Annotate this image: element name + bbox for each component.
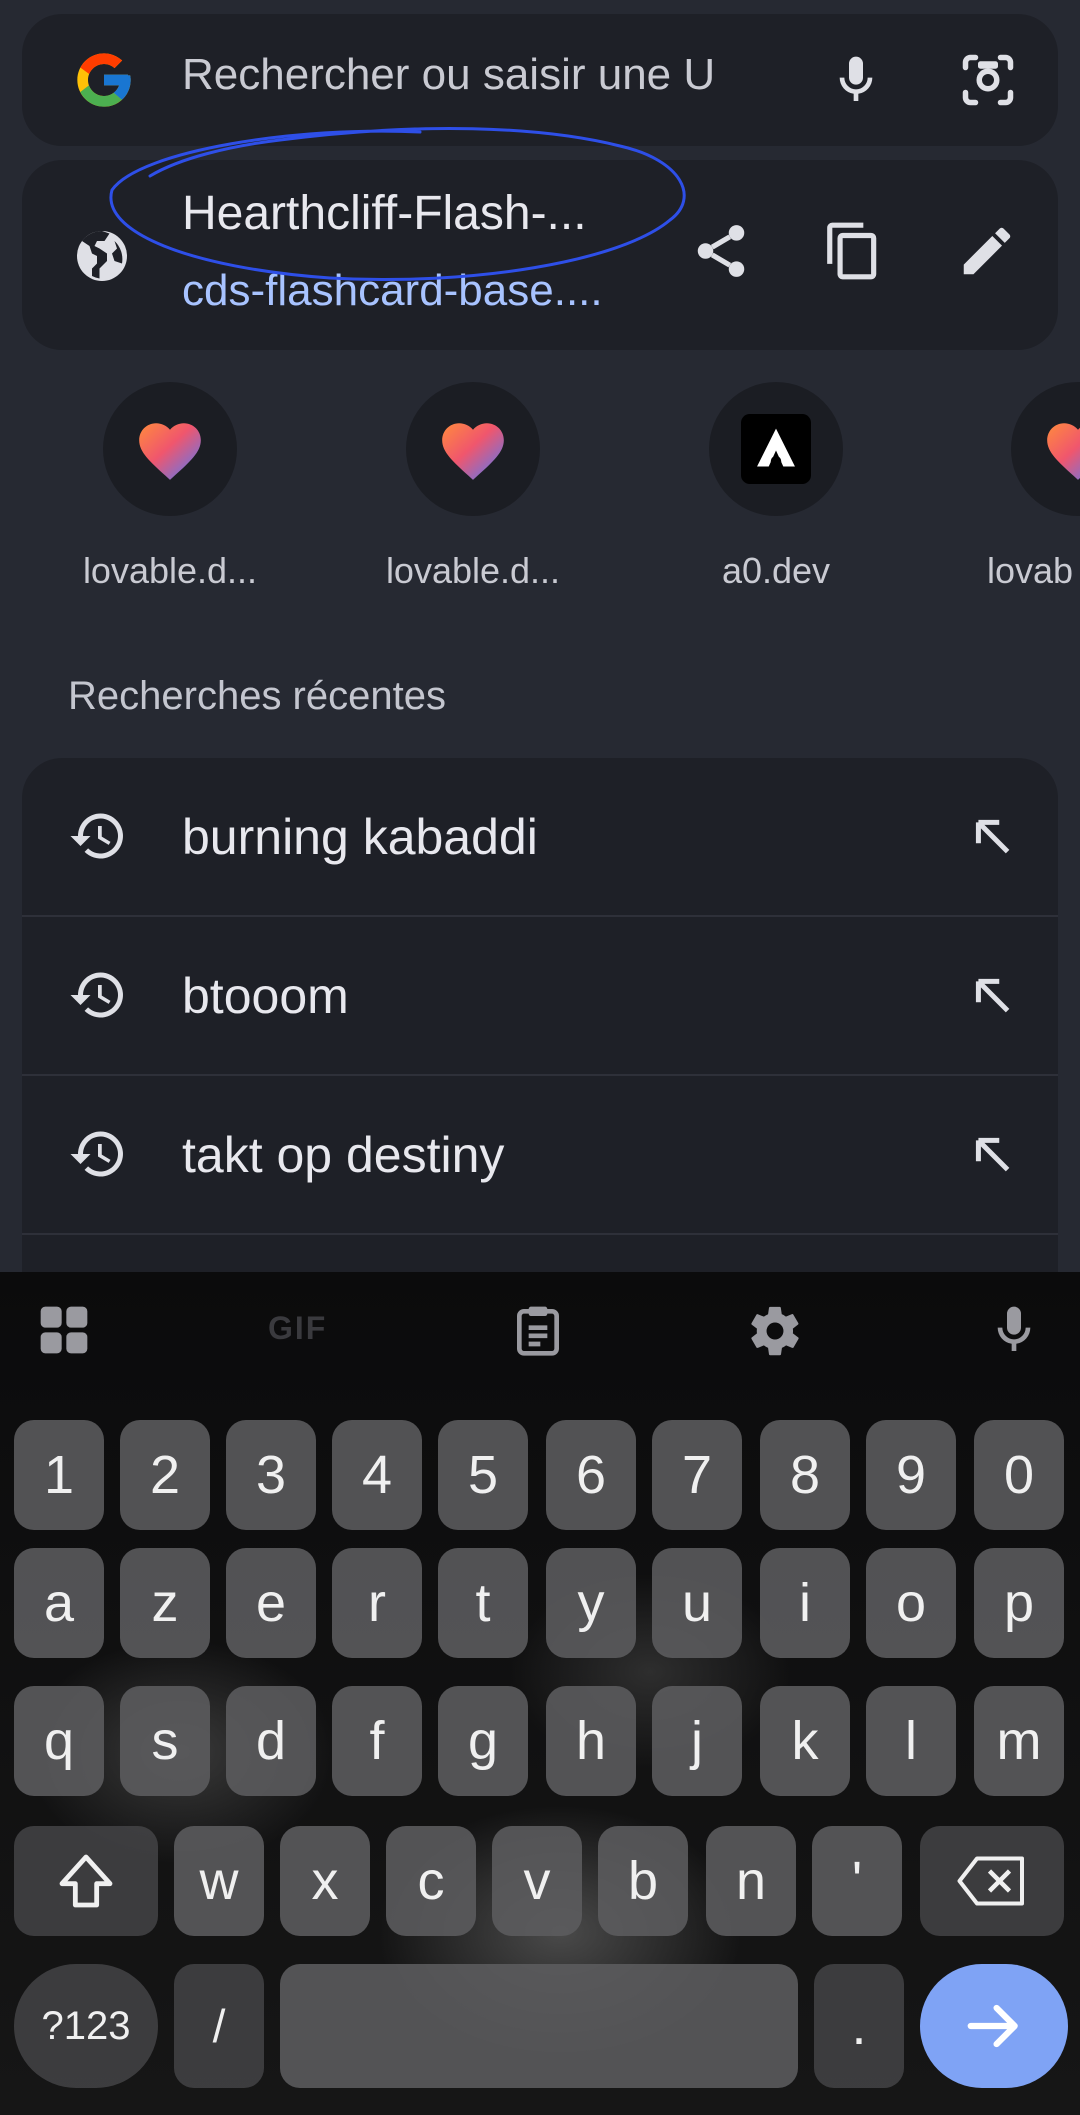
key-j[interactable]: j — [652, 1686, 742, 1796]
key-o[interactable]: o — [866, 1548, 956, 1658]
key-0[interactable]: 0 — [974, 1420, 1064, 1530]
key-9[interactable]: 9 — [866, 1420, 956, 1530]
history-icon — [70, 813, 123, 859]
google-lens-icon[interactable] — [958, 50, 1018, 110]
enter-key[interactable] — [920, 1964, 1068, 2088]
key-v[interactable]: v — [492, 1826, 582, 1936]
share-icon[interactable] — [690, 220, 752, 282]
shift-arrow-icon — [59, 1854, 113, 1908]
current-page-card[interactable]: Hearthcliff-Flash-... cds-flashcard-base… — [22, 160, 1058, 350]
history-icon — [70, 972, 123, 1018]
recent-searches-list: burning kabaddi btooom takt op destiny — [22, 758, 1058, 1278]
key-1[interactable]: 1 — [14, 1420, 104, 1530]
key-6[interactable]: 6 — [546, 1420, 636, 1530]
backspace-key[interactable] — [920, 1826, 1064, 1936]
recent-search-item[interactable]: burning kabaddi — [22, 758, 1058, 917]
keyboard: GIF 1 2 3 4 5 6 7 8 9 0 a z e r t y u i … — [0, 1272, 1080, 2115]
arrow-right-icon — [967, 2004, 1018, 2048]
shift-key[interactable] — [14, 1826, 158, 1936]
key-f[interactable]: f — [332, 1686, 422, 1796]
key-p[interactable]: p — [974, 1548, 1064, 1658]
clipboard-icon[interactable] — [510, 1302, 566, 1358]
key-3[interactable]: 3 — [226, 1420, 316, 1530]
recent-searches-title: Recherches récentes — [68, 674, 446, 718]
period-key[interactable]: . — [814, 1964, 904, 2088]
history-icon — [70, 1131, 123, 1177]
lovable-heart-icon — [406, 382, 540, 516]
key-d[interactable]: d — [226, 1686, 316, 1796]
backspace-icon — [957, 1856, 1024, 1906]
key-8[interactable]: 8 — [760, 1420, 850, 1530]
key-apostrophe[interactable]: ' — [812, 1826, 902, 1936]
key-t[interactable]: t — [438, 1548, 528, 1658]
key-h[interactable]: h — [546, 1686, 636, 1796]
settings-gear-icon[interactable] — [746, 1302, 804, 1360]
shortcut-tile[interactable]: lovable.d... — [70, 382, 270, 592]
key-c[interactable]: c — [386, 1826, 476, 1936]
recent-search-text: btooom — [182, 968, 349, 1024]
key-n[interactable]: n — [706, 1826, 796, 1936]
key-5[interactable]: 5 — [438, 1420, 528, 1530]
shortcut-label: a0.dev — [721, 550, 831, 591]
recent-search-item[interactable]: btooom — [22, 917, 1058, 1076]
shortcut-tile[interactable]: a0.dev — [676, 382, 876, 592]
recent-search-text: takt op destiny — [182, 1127, 505, 1183]
search-input[interactable]: Rechercher ou saisir une U — [182, 50, 715, 100]
fill-query-arrow-icon[interactable] — [968, 812, 1018, 862]
key-q[interactable]: q — [14, 1686, 104, 1796]
key-x[interactable]: x — [280, 1826, 370, 1936]
globe-icon — [77, 231, 127, 281]
slash-key[interactable]: / — [174, 1964, 264, 2088]
key-4[interactable]: 4 — [332, 1420, 422, 1530]
key-y[interactable]: y — [546, 1548, 636, 1658]
shortcut-tile[interactable]: lovab — [980, 382, 1080, 592]
key-b[interactable]: b — [598, 1826, 688, 1936]
apps-grid-icon[interactable] — [36, 1302, 92, 1358]
mic-icon[interactable] — [828, 52, 884, 108]
key-a[interactable]: a — [14, 1548, 104, 1658]
key-k[interactable]: k — [760, 1686, 850, 1796]
key-g[interactable]: g — [438, 1686, 528, 1796]
page-url[interactable]: cds-flashcard-base.... — [182, 266, 603, 316]
shortcut-tile[interactable]: lovable.d... — [373, 382, 573, 592]
symbols-key[interactable]: ?123 — [14, 1964, 158, 2088]
page-title[interactable]: Hearthcliff-Flash-... — [182, 186, 587, 241]
search-bar[interactable]: Rechercher ou saisir une U — [22, 14, 1058, 146]
space-bar[interactable] — [280, 1964, 798, 2088]
key-i[interactable]: i — [760, 1548, 850, 1658]
mic-icon[interactable] — [986, 1302, 1042, 1358]
shortcut-label: lovable.d... — [385, 550, 561, 591]
key-r[interactable]: r — [332, 1548, 422, 1658]
key-z[interactable]: z — [120, 1548, 210, 1658]
key-l[interactable]: l — [866, 1686, 956, 1796]
fill-query-arrow-icon[interactable] — [968, 971, 1018, 1021]
key-s[interactable]: s — [120, 1686, 210, 1796]
key-u[interactable]: u — [652, 1548, 742, 1658]
edit-pencil-icon[interactable] — [956, 220, 1018, 282]
recent-search-item[interactable]: takt op destiny — [22, 1076, 1058, 1235]
key-2[interactable]: 2 — [120, 1420, 210, 1530]
shortcut-label: lovable.d... — [82, 550, 258, 591]
fill-query-arrow-icon[interactable] — [968, 1130, 1018, 1180]
lovable-heart-icon — [103, 382, 237, 516]
recent-search-text: burning kabaddi — [182, 809, 538, 865]
shortcut-label: lovab — [987, 550, 1074, 591]
key-7[interactable]: 7 — [652, 1420, 742, 1530]
key-e[interactable]: e — [226, 1548, 316, 1658]
google-logo-icon — [77, 53, 131, 107]
lovable-heart-icon — [1011, 382, 1080, 516]
key-m[interactable]: m — [974, 1686, 1064, 1796]
gif-button[interactable]: GIF — [268, 1310, 327, 1347]
key-w[interactable]: w — [174, 1826, 264, 1936]
a0-dev-icon — [709, 382, 843, 516]
copy-icon[interactable] — [822, 220, 884, 282]
